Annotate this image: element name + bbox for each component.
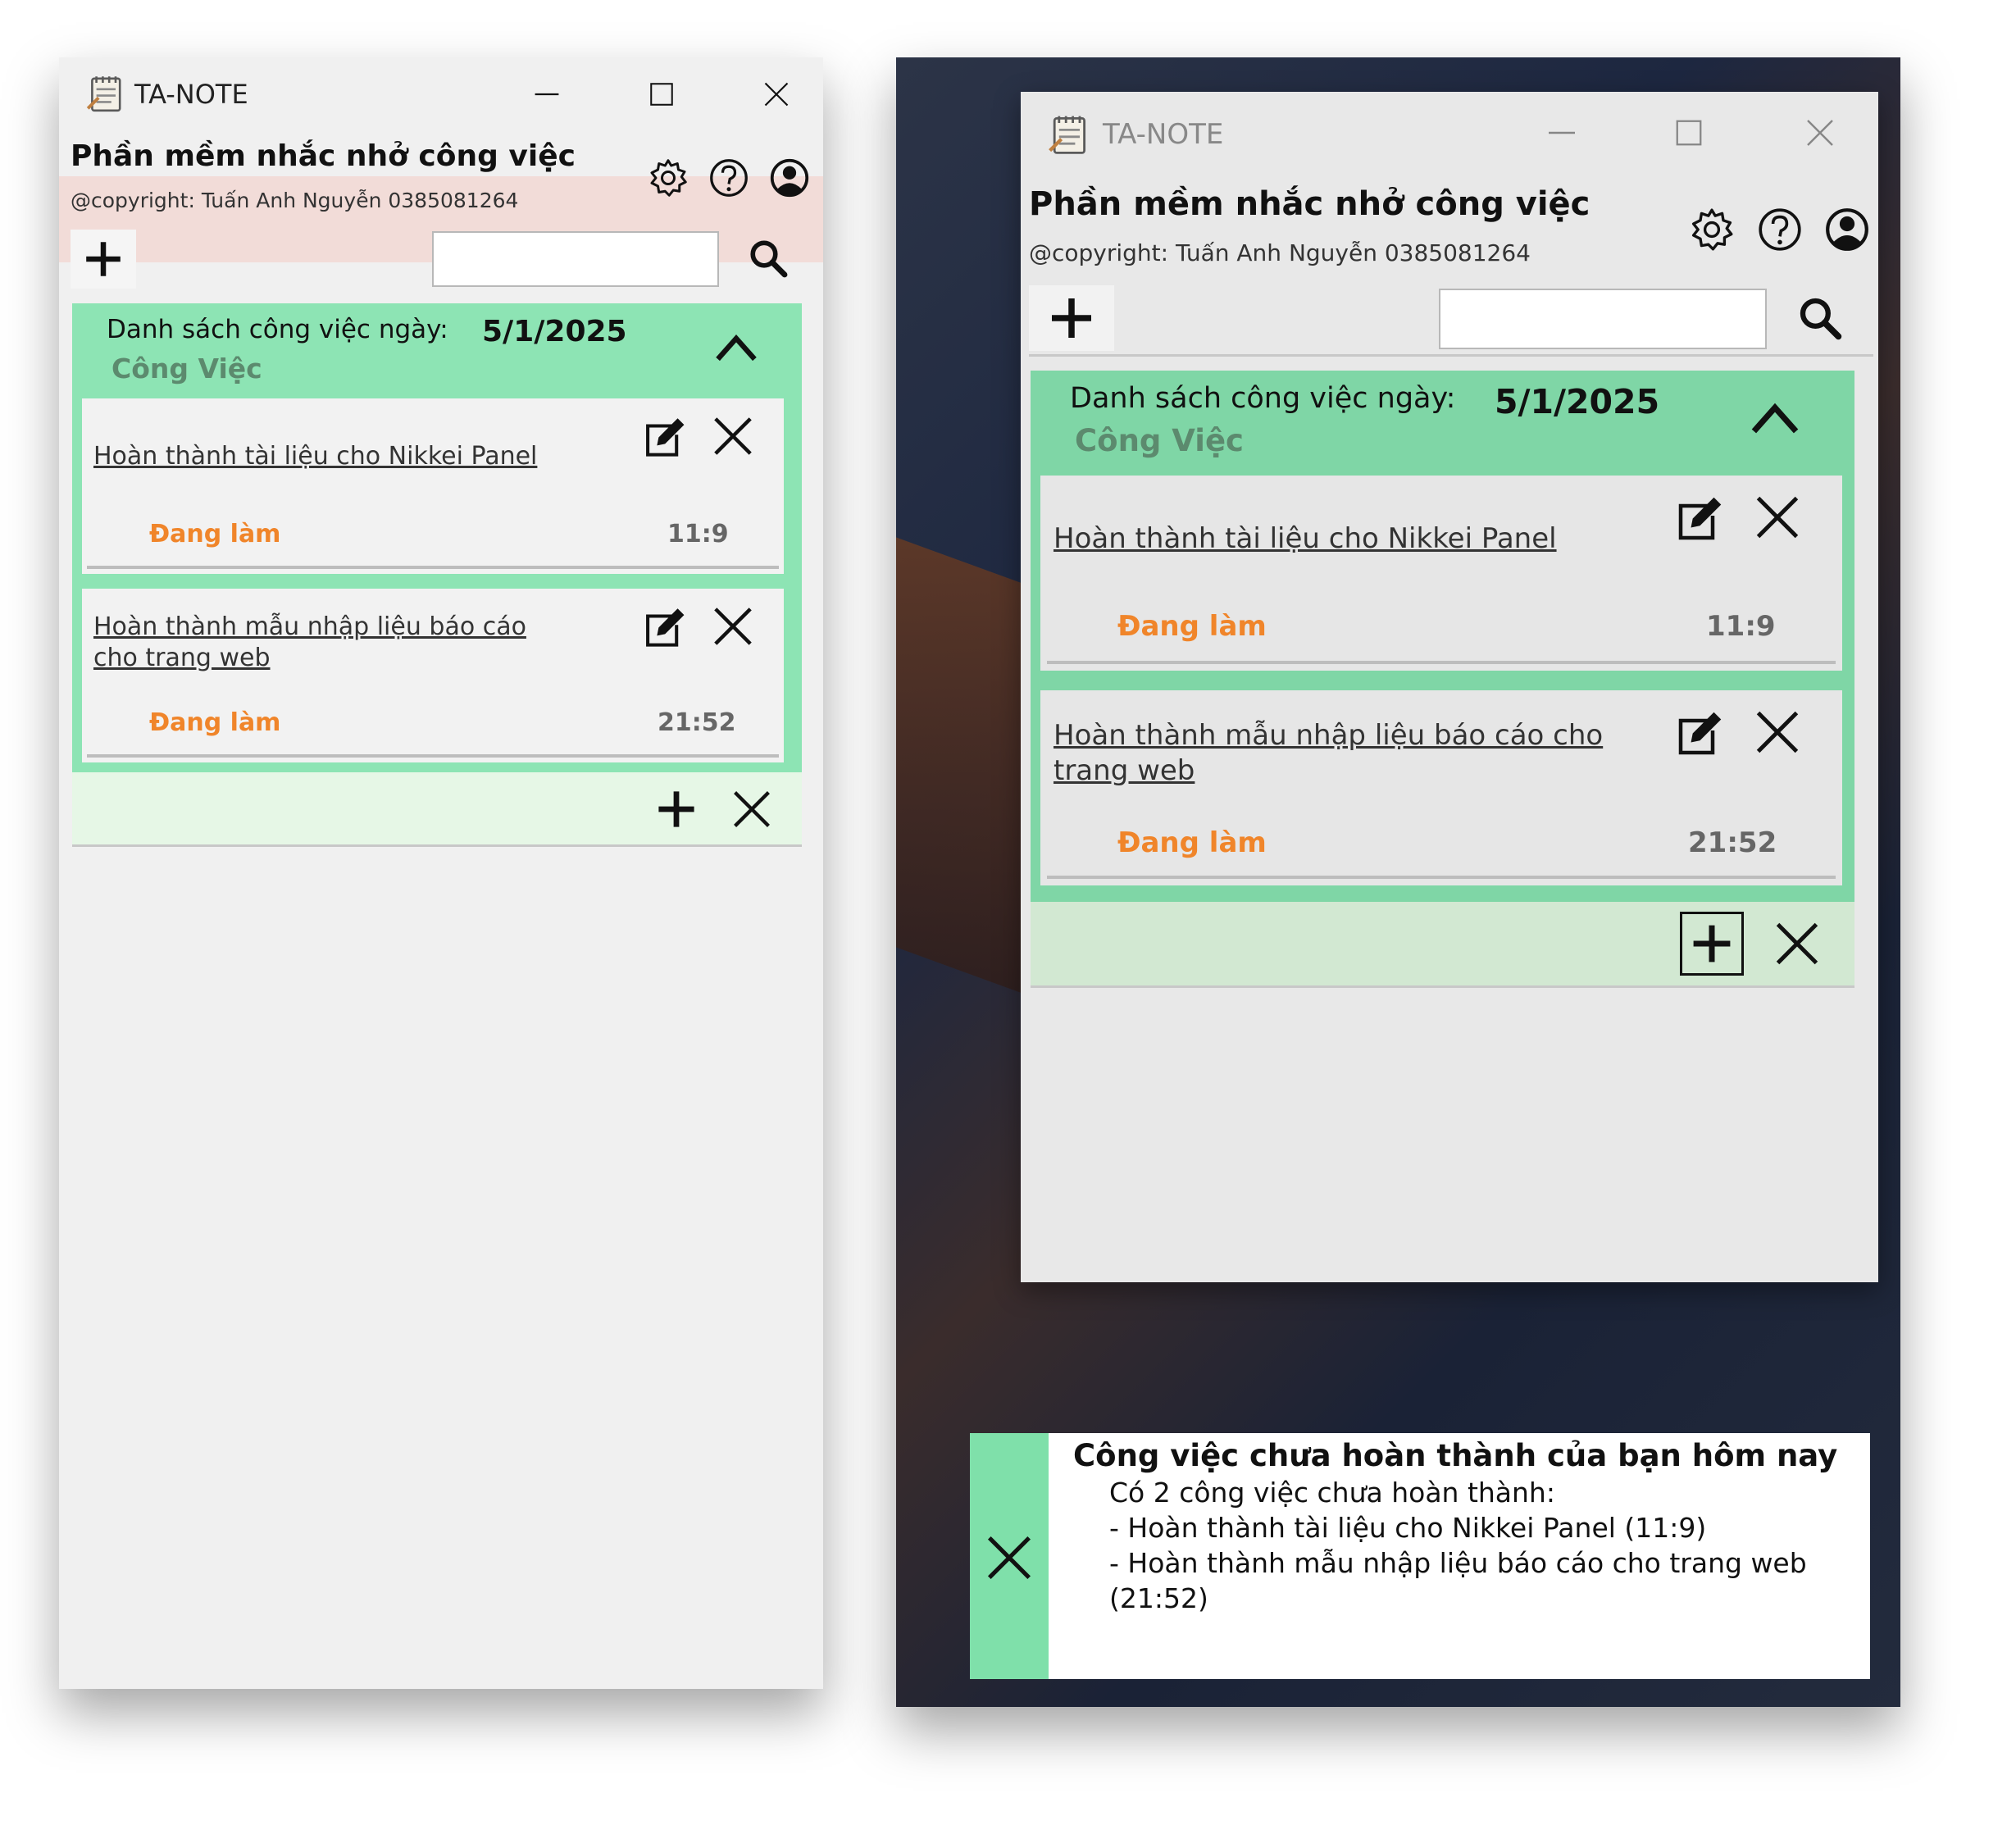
title-bar[interactable]: TA-NOTE <box>1021 92 1878 174</box>
gear-icon[interactable] <box>648 157 689 198</box>
group-footer <box>72 772 802 844</box>
list-date-label: Danh sách công việc ngày: <box>107 315 448 344</box>
close-icon <box>1804 116 1836 149</box>
delete-icon[interactable] <box>710 413 756 459</box>
minimize-button[interactable] <box>518 74 576 115</box>
chevron-up-icon[interactable] <box>1749 392 1801 444</box>
notification-item: - Hoàn thành mẫu nhập liệu báo cáo cho t… <box>1109 1546 1807 1614</box>
list-date: 5/1/2025 <box>482 315 627 348</box>
notepad-icon <box>84 72 126 115</box>
task-title[interactable]: Hoàn thành tài liệu cho Nikkei Panel <box>1054 521 1627 557</box>
notification-summary: Có 2 công việc chưa hoàn thành: <box>1109 1477 1555 1509</box>
minimize-icon <box>532 80 562 109</box>
maximize-button[interactable] <box>1656 112 1722 153</box>
plus-icon[interactable] <box>654 787 699 831</box>
page-title: Phần mềm nhắc nhở công việc <box>1029 185 1591 223</box>
toolbar-divider <box>1029 354 1873 357</box>
notification-body: Có 2 công việc chưa hoàn thành: - Hoàn t… <box>1109 1476 1847 1617</box>
plus-icon <box>82 238 125 280</box>
notepad-icon <box>1045 112 1091 157</box>
task-title[interactable]: Hoàn thành mẫu nhập liệu báo cáo cho tra… <box>93 612 569 673</box>
close-icon[interactable] <box>1772 918 1823 969</box>
search-button[interactable] <box>740 230 797 287</box>
help-icon[interactable] <box>708 157 749 198</box>
window-title: TA-NOTE <box>134 79 248 110</box>
list-date-label: Danh sách công việc ngày: <box>1070 382 1456 415</box>
add-group-button[interactable] <box>1680 912 1744 976</box>
card-divider <box>87 566 779 569</box>
maximize-icon <box>648 80 676 108</box>
card-divider <box>1047 876 1836 879</box>
list-date: 5/1/2025 <box>1495 382 1660 421</box>
minimize-icon <box>1545 116 1578 149</box>
task-title[interactable]: Hoàn thành tài liệu cho Nikkei Panel <box>93 441 585 472</box>
edit-icon[interactable] <box>641 605 685 649</box>
user-icon[interactable] <box>1824 207 1870 253</box>
card-divider <box>1047 661 1836 664</box>
edit-icon[interactable] <box>1673 494 1722 543</box>
delete-icon[interactable] <box>710 603 756 649</box>
maximize-button[interactable] <box>633 74 690 115</box>
footer-divider <box>1031 985 1854 988</box>
category-label: Công Việc <box>1075 423 1244 458</box>
close-window-button[interactable] <box>1787 112 1853 153</box>
task-card[interactable]: Hoàn thành tài liệu cho Nikkei Panel Đan… <box>82 398 784 574</box>
chevron-up-icon[interactable] <box>713 325 759 371</box>
app-window-right: TA-NOTE Phần mềm nhắc nhở công việc @cop… <box>1021 92 1878 1282</box>
task-status: Đang làm <box>1117 610 1267 643</box>
maximize-icon <box>1673 117 1704 148</box>
group-footer <box>1031 902 1854 985</box>
task-group: Danh sách công việc ngày: 5/1/2025 Công … <box>72 303 802 772</box>
card-divider <box>87 754 779 758</box>
delete-icon[interactable] <box>1752 707 1803 758</box>
search-icon <box>748 238 789 279</box>
category-label: Công Việc <box>111 353 262 385</box>
user-icon[interactable] <box>769 157 810 198</box>
notification-item: - Hoàn thành tài liệu cho Nikkei Panel (… <box>1109 1511 1707 1544</box>
add-task-button[interactable] <box>1029 285 1114 351</box>
copyright-text: @copyright: Tuấn Anh Nguyễn 0385081264 <box>1029 239 1531 266</box>
title-bar[interactable]: TA-NOTE <box>59 57 823 131</box>
task-group: Danh sách công việc ngày: 5/1/2025 Công … <box>1031 371 1854 902</box>
task-time: 11:9 <box>1706 610 1776 643</box>
task-title[interactable]: Hoàn thành mẫu nhập liệu báo cáo cho tra… <box>1054 718 1611 788</box>
plus-icon <box>1047 294 1096 343</box>
close-icon[interactable] <box>730 787 774 831</box>
search-input[interactable] <box>432 231 719 287</box>
help-icon[interactable] <box>1757 207 1803 253</box>
page-title: Phần mềm nhắc nhở công việc <box>71 139 576 173</box>
footer-divider <box>72 844 802 847</box>
close-icon <box>762 80 791 109</box>
gear-icon[interactable] <box>1689 207 1735 253</box>
task-card[interactable]: Hoàn thành mẫu nhập liệu báo cáo cho tra… <box>1040 690 1842 885</box>
task-time: 21:52 <box>1688 826 1777 859</box>
add-task-button[interactable] <box>71 230 136 289</box>
edit-icon[interactable] <box>641 415 685 459</box>
notification-toast: Công việc chưa hoàn thành của bạn hôm na… <box>970 1433 1870 1679</box>
close-notification-icon[interactable] <box>983 1531 1035 1584</box>
search-button[interactable] <box>1787 285 1853 351</box>
minimize-button[interactable] <box>1529 112 1595 153</box>
search-input[interactable] <box>1439 289 1767 349</box>
delete-icon[interactable] <box>1752 492 1803 543</box>
task-card[interactable]: Hoàn thành mẫu nhập liệu báo cáo cho tra… <box>82 589 784 762</box>
close-window-button[interactable] <box>748 74 805 115</box>
window-title: TA-NOTE <box>1103 118 1224 151</box>
copyright-text: @copyright: Tuấn Anh Nguyễn 0385081264 <box>71 189 519 212</box>
plus-icon <box>1689 921 1735 967</box>
app-window-left: TA-NOTE Phần mềm nhắc nhở công việc @cop… <box>59 57 823 1689</box>
task-status: Đang làm <box>1117 826 1267 859</box>
edit-icon[interactable] <box>1673 708 1722 758</box>
task-status: Đang làm <box>149 708 281 737</box>
task-time: 11:9 <box>667 520 729 548</box>
notification-title: Công việc chưa hoàn thành của bạn hôm na… <box>1073 1438 1838 1473</box>
task-time: 21:52 <box>658 708 736 737</box>
search-icon <box>1797 295 1843 341</box>
desktop-background: TA-NOTE Phần mềm nhắc nhở công việc @cop… <box>896 57 1900 1707</box>
task-card[interactable]: Hoàn thành tài liệu cho Nikkei Panel Đan… <box>1040 476 1842 671</box>
task-status: Đang làm <box>149 520 281 548</box>
